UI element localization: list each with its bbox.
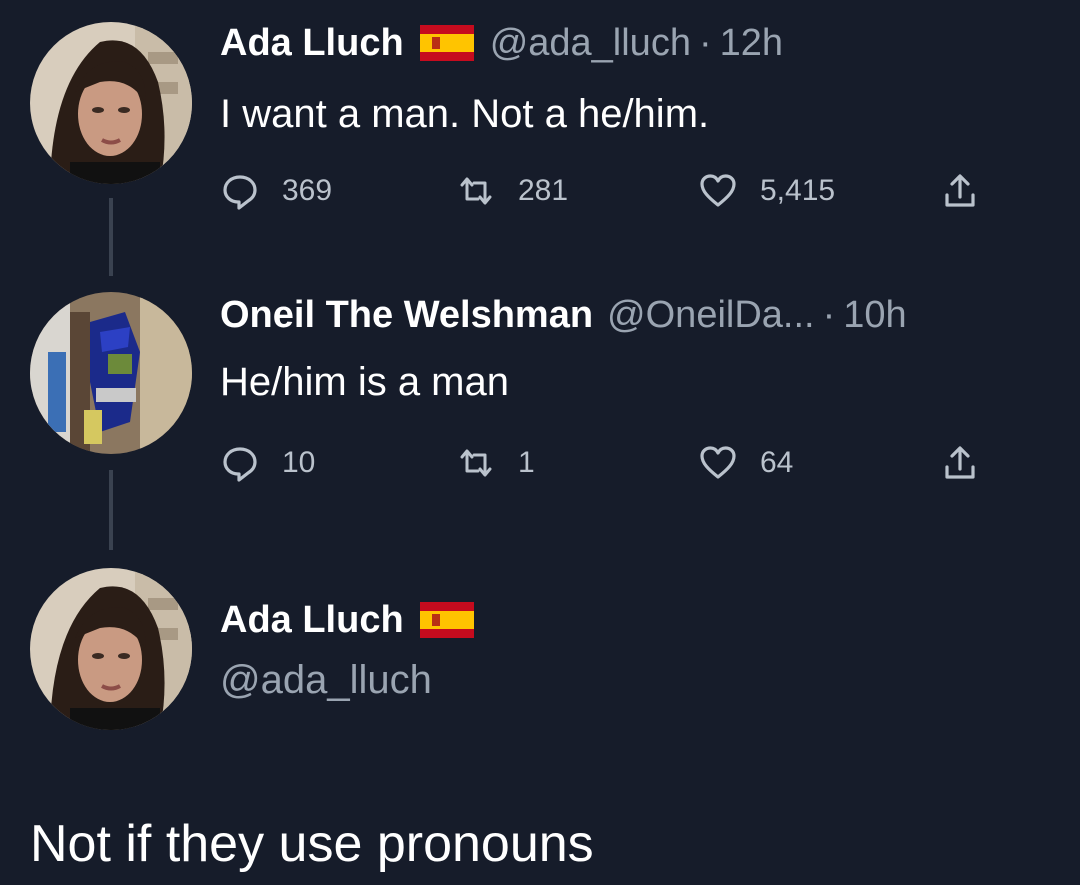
tweet-text: He/him is a man — [220, 360, 509, 404]
timestamp[interactable]: 10h — [843, 292, 906, 338]
separator-dot: · — [698, 22, 712, 64]
timestamp[interactable]: 12h — [720, 20, 783, 66]
avatar[interactable] — [30, 568, 192, 730]
tweet-oneil[interactable]: Oneil The Welshman @OneilDa... · 10h He/… — [0, 280, 1080, 520]
tweet-text: I want a man. Not a he/him. — [220, 92, 710, 136]
reply-button[interactable]: 369 — [220, 166, 332, 216]
reply-tweet-text: Not if they use pronouns — [30, 815, 594, 873]
reply-header: Ada Lluch — [220, 597, 490, 643]
avatar-image — [30, 292, 192, 454]
reply-count: 10 — [282, 446, 316, 479]
share-upload-icon — [945, 446, 975, 479]
retweet-arrows-icon — [460, 449, 492, 477]
like-count: 5,415 — [760, 174, 836, 207]
tweet-header: Oneil The Welshman @OneilDa... · 10h — [220, 292, 907, 338]
display-name[interactable]: Oneil The Welshman — [220, 292, 593, 338]
display-name[interactable]: Ada Lluch — [220, 20, 404, 66]
share-upload-icon — [945, 174, 975, 207]
reply-count: 369 — [282, 174, 333, 207]
retweet-count: 281 — [518, 174, 569, 207]
retweet-button[interactable]: 1 — [456, 438, 535, 488]
tweet-header: Ada Lluch @ada_lluch · 12h — [220, 20, 783, 66]
user-handle[interactable]: @ada_lluch — [490, 20, 691, 66]
heart-icon — [700, 174, 736, 207]
avatar-image — [30, 568, 192, 730]
retweet-arrows-icon — [460, 177, 492, 205]
share-button[interactable] — [940, 438, 980, 488]
heart-icon — [700, 446, 736, 479]
reply-button[interactable]: 10 — [220, 438, 315, 488]
tweet-ada-lluch[interactable]: Ada Lluch @ada_lluch · 12h I want a man.… — [0, 0, 1080, 240]
tweet-actions: 369 281 5,415 — [220, 166, 1000, 216]
display-name[interactable]: Ada Lluch — [220, 597, 404, 643]
user-handle[interactable]: @OneilDa... — [607, 292, 815, 338]
avatar[interactable] — [30, 22, 192, 184]
user-handle[interactable]: @ada_lluch — [220, 656, 432, 704]
retweet-button[interactable]: 281 — [456, 166, 568, 216]
spain-flag-icon — [419, 25, 474, 61]
share-button[interactable] — [940, 166, 980, 216]
speech-bubble-icon — [223, 447, 257, 482]
avatar[interactable] — [30, 292, 192, 454]
retweet-count: 1 — [518, 446, 535, 479]
tweet-actions: 10 1 64 — [220, 438, 1000, 488]
spain-flag-icon — [419, 602, 474, 638]
separator-dot: · — [822, 294, 836, 336]
like-button[interactable]: 64 — [698, 438, 793, 488]
like-count: 64 — [760, 446, 794, 479]
speech-bubble-icon — [223, 175, 257, 210]
like-button[interactable]: 5,415 — [698, 166, 835, 216]
avatar-image — [30, 22, 192, 184]
